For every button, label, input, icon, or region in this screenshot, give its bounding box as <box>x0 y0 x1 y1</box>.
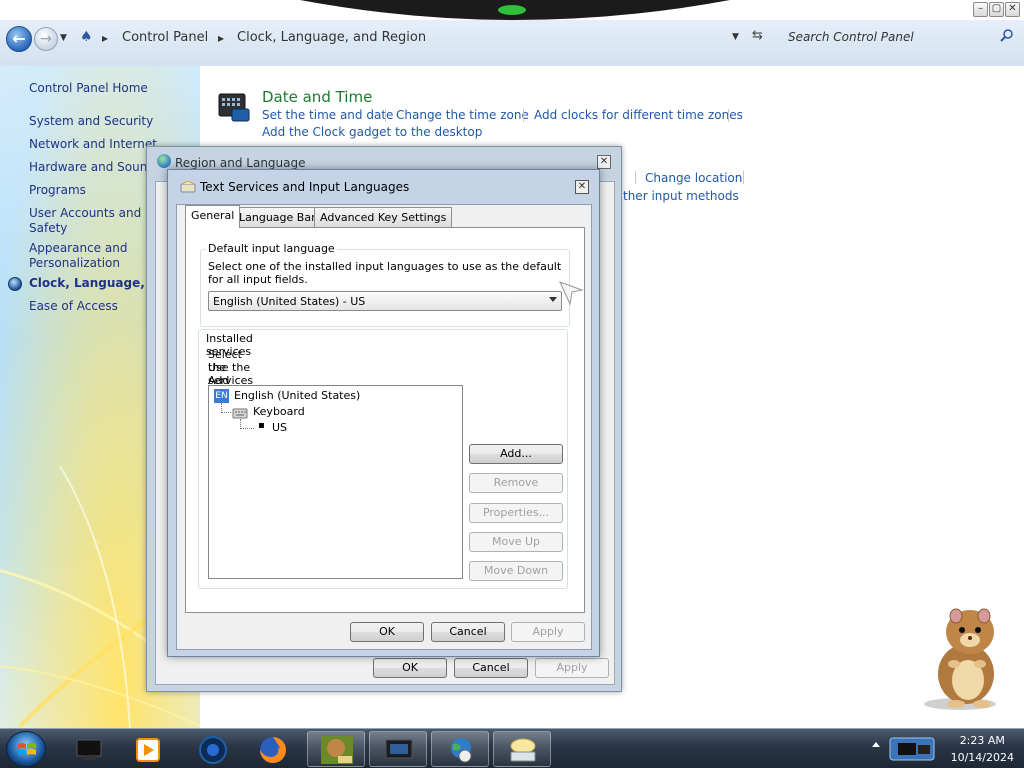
taskbar-region-language-icon[interactable] <box>431 731 489 767</box>
close-button[interactable]: ✕ <box>1005 2 1020 17</box>
remove-button[interactable]: Remove <box>469 473 563 493</box>
breadcrumb-clock-language-region[interactable]: Clock, Language, and Region <box>237 30 426 45</box>
close-button[interactable]: ✕ <box>575 180 589 194</box>
default-language-value: English (United States) - US <box>213 295 366 308</box>
add-button[interactable]: Add... <box>469 444 563 464</box>
tree-item-us[interactable]: US <box>272 421 287 434</box>
default-input-description: Select one of the installed input langua… <box>208 260 562 286</box>
breadcrumb-control-panel[interactable]: Control Panel <box>122 30 208 45</box>
move-up-button[interactable]: Move Up <box>469 532 563 552</box>
link-change-time-zone[interactable]: Change the time zone <box>396 108 529 122</box>
sidebar-item-label: Personalization <box>29 256 120 270</box>
properties-button[interactable]: Properties... <box>469 503 563 523</box>
start-button[interactable] <box>6 731 46 767</box>
maximize-button[interactable]: ▢ <box>989 2 1004 17</box>
tree-item-language[interactable]: English (United States) <box>234 389 360 402</box>
link-add-clocks[interactable]: Add clocks for different time zones <box>534 108 743 122</box>
tray-network-icon[interactable] <box>888 732 938 764</box>
apply-button[interactable]: Apply <box>511 622 585 642</box>
globe-icon <box>157 154 171 168</box>
sidebar-item-programs[interactable]: Programs <box>29 183 86 198</box>
link-separator <box>743 171 744 184</box>
breadcrumb-separator[interactable]: ▸ <box>102 31 108 45</box>
tree-item-keyboard[interactable]: Keyboard <box>253 405 305 418</box>
close-button[interactable]: ✕ <box>597 155 611 169</box>
taskbar-explorer-icon[interactable] <box>60 731 118 767</box>
default-input-label: Default input language <box>206 242 337 255</box>
date-time-icon <box>218 93 250 122</box>
cancel-button[interactable]: Cancel <box>431 622 505 642</box>
link-separator <box>385 109 386 122</box>
default-language-select[interactable]: English (United States) - US <box>208 291 562 311</box>
windows-logo-icon <box>18 743 36 755</box>
tab-general[interactable]: General <box>185 205 241 228</box>
clock-date: 10/14/2024 <box>950 751 1014 764</box>
taskbar-firefox-icon[interactable] <box>244 731 302 767</box>
tab-language-bar[interactable]: Language Bar <box>233 207 322 227</box>
dialog-title: Text Services and Input Languages <box>200 180 410 194</box>
taskbar-control-panel-icon[interactable] <box>369 731 427 767</box>
control-panel-icon: ♠ <box>80 29 93 45</box>
sidebar-item-label: Appearance and <box>29 241 128 255</box>
show-hidden-icons-button[interactable] <box>872 742 880 747</box>
link-separator <box>523 109 524 122</box>
ok-button[interactable]: OK <box>373 658 447 678</box>
address-dropdown[interactable]: ▼ <box>732 32 739 42</box>
hamster-mascot-icon <box>924 608 996 710</box>
sidebar-item-user-accounts[interactable]: User Accounts and Fa Safety <box>29 206 158 236</box>
sidebar-item-network-internet[interactable]: Network and Internet <box>29 137 157 152</box>
sidebar-item-system-security[interactable]: System and Security <box>29 114 153 129</box>
tree-line <box>240 428 254 429</box>
language-badge: EN <box>214 389 229 403</box>
taskbar-globe-icon[interactable] <box>184 731 242 767</box>
sidebar-item-label: Safety <box>29 221 68 235</box>
date-time-heading[interactable]: Date and Time <box>262 88 372 106</box>
cancel-button[interactable]: Cancel <box>454 658 528 678</box>
ok-button[interactable]: OK <box>350 622 424 642</box>
sidebar-item-appearance[interactable]: Appearance and Personalization <box>29 241 127 271</box>
window-controls: – ▢ ✕ <box>973 2 1020 17</box>
installed-services-tree[interactable]: EN English (United States) Keyboard ▪ US <box>208 385 463 579</box>
recent-pages-dropdown[interactable]: ▼ <box>60 33 67 43</box>
sidebar-item-control-panel-home[interactable]: Control Panel Home <box>29 81 148 96</box>
tab-advanced-key-settings[interactable]: Advanced Key Settings <box>314 207 453 227</box>
minimize-button[interactable]: – <box>973 2 988 17</box>
forward-button[interactable]: → <box>34 27 58 51</box>
move-down-button[interactable]: Move Down <box>469 561 563 581</box>
current-location-icon <box>8 277 22 291</box>
sidebar-item-ease-of-access[interactable]: Ease of Access <box>29 299 118 314</box>
tree-bullet-icon: ▪ <box>258 420 265 431</box>
window-title-bar: – ▢ ✕ <box>0 0 1024 20</box>
dialog-title: Region and Language <box>175 156 306 170</box>
sidebar-item-hardware-sound[interactable]: Hardware and Sound <box>29 160 155 175</box>
clock-time: 2:23 AM <box>959 734 1005 747</box>
address-bar: ← → ▼ ♠ ▸ Control Panel ▸ Clock, Languag… <box>0 20 1024 66</box>
taskbar-media-player-icon[interactable] <box>120 731 178 767</box>
keyboard-icon <box>232 408 248 419</box>
taskbar-box-app-icon[interactable] <box>307 731 365 767</box>
link-set-time-date[interactable]: Set the time and date <box>262 108 393 122</box>
sidebar-item-label: User Accounts and Fa <box>29 206 159 220</box>
title-bar-decoration-icon <box>300 0 730 20</box>
refresh-icon[interactable]: ⇆ <box>752 28 763 43</box>
search-icon[interactable] <box>1000 29 1014 43</box>
breadcrumb-separator[interactable]: ▸ <box>218 31 224 45</box>
link-separator <box>635 171 636 184</box>
system-tray: 2:23 AM 10/14/2024 <box>864 728 1024 768</box>
back-button[interactable]: ← <box>6 26 32 52</box>
apply-button[interactable]: Apply <box>535 658 609 678</box>
tree-line <box>221 412 231 413</box>
link-change-location[interactable]: Change location <box>645 171 742 185</box>
keyboard-icon <box>180 181 196 193</box>
link-add-clock-gadget[interactable]: Add the Clock gadget to the desktop <box>262 125 482 139</box>
mouse-cursor-icon <box>559 281 584 306</box>
taskbar-clock[interactable]: 2:23 AM 10/14/2024 <box>951 732 1014 766</box>
link-separator <box>728 109 729 122</box>
link-input-methods[interactable]: ther input methods <box>623 189 739 203</box>
search-input[interactable]: Search Control Panel <box>780 27 1020 53</box>
taskbar-text-services-icon[interactable] <box>493 731 551 767</box>
